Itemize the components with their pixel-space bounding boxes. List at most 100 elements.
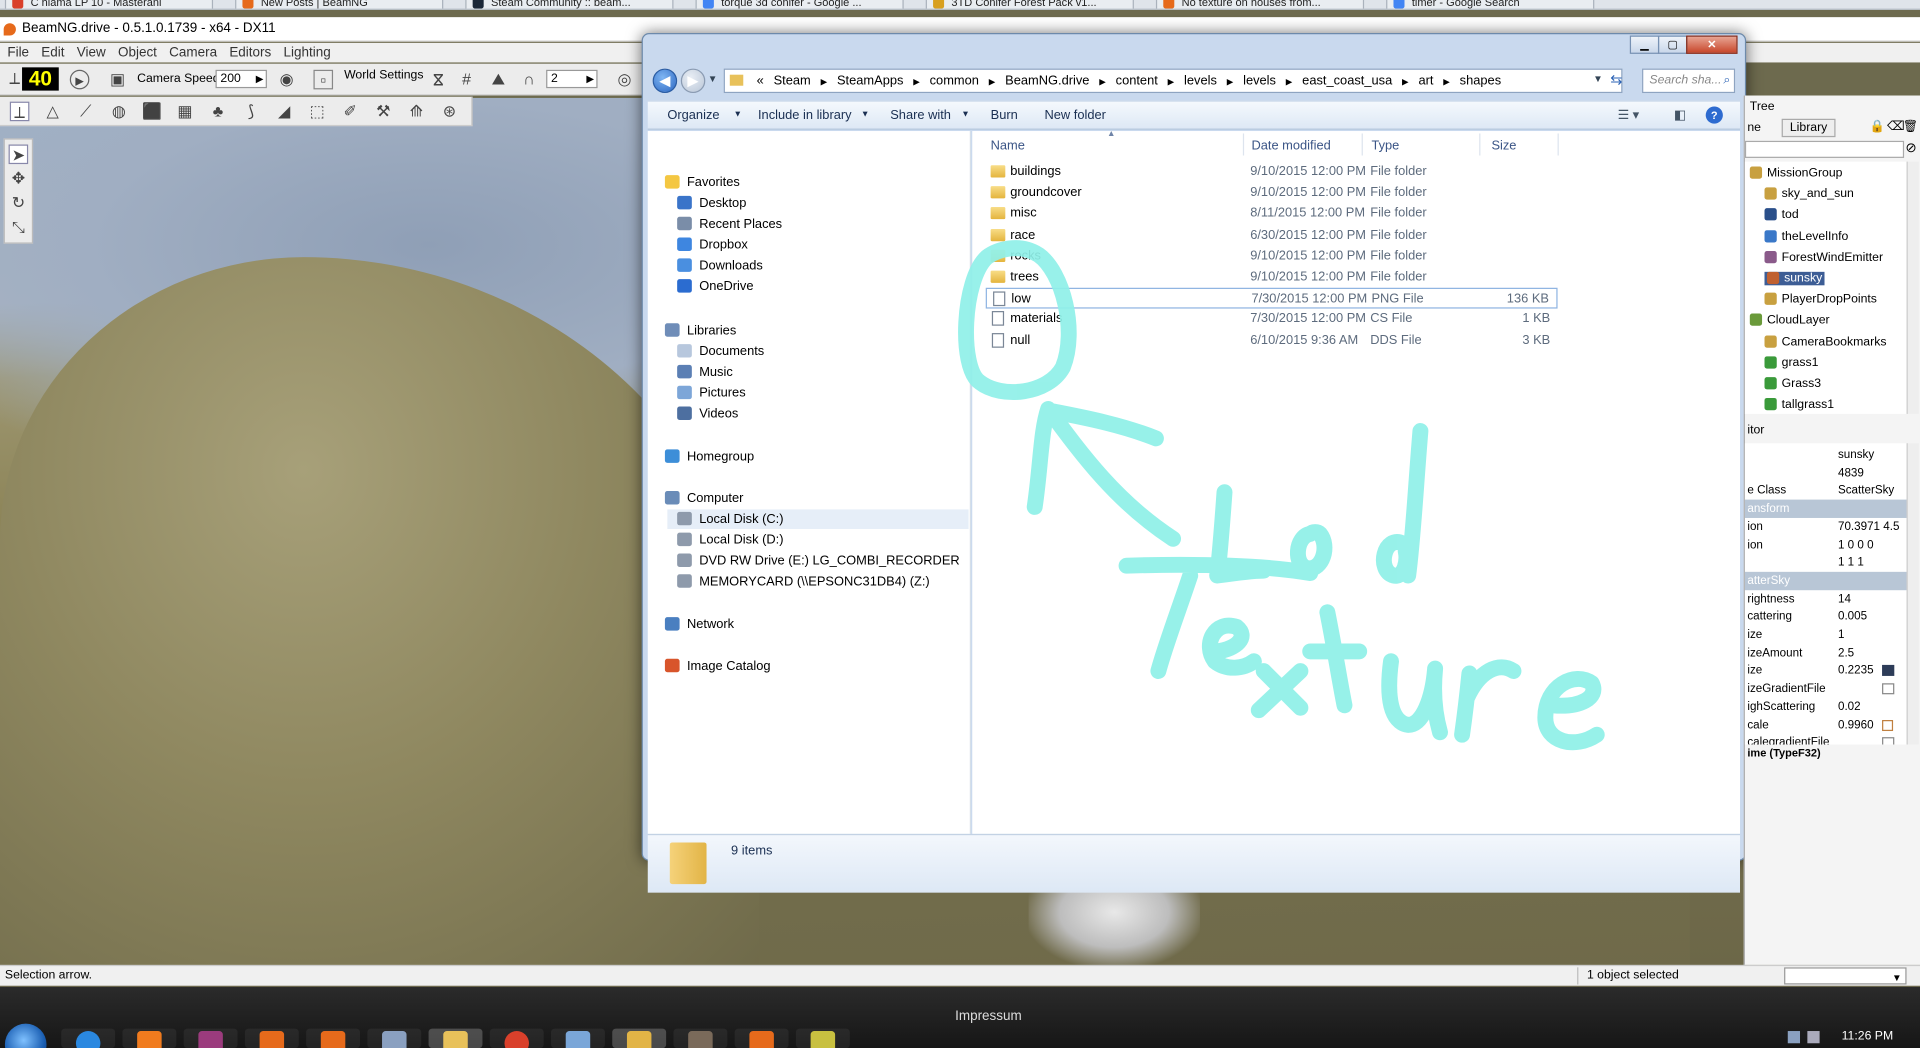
tray-icon[interactable] [1787, 1031, 1801, 1044]
menu-object[interactable]: Object [118, 45, 157, 60]
search-input[interactable]: Search sha... ⌕ [1642, 68, 1736, 94]
terrain-icon[interactable]: △ [43, 102, 63, 122]
scene-tree-item[interactable]: CameraBookmarks [1764, 335, 1886, 348]
start-button[interactable] [4, 1023, 47, 1048]
taskbar-button[interactable] [244, 1028, 299, 1048]
inspector-field-value[interactable]: 1 1 1 [1838, 554, 1864, 572]
file-row[interactable]: rocks 9/10/2015 12:00 PM File folder [986, 246, 1558, 267]
mesh-road-icon[interactable]: ⟰ [407, 102, 427, 122]
move-icon[interactable]: ✥ [9, 169, 29, 189]
selection-arrow-icon[interactable]: ➤ [8, 144, 29, 165]
inspector-field-value[interactable]: 1 0 0 0 [1838, 536, 1874, 554]
snap-icon[interactable]: ⴵ [429, 71, 449, 91]
inspector-row[interactable]: sunsky [1745, 446, 1907, 464]
inspector-field-value[interactable]: 4839 [1838, 464, 1864, 482]
address-breadcrumb[interactable]: « Steam ▶ SteamApps ▶ common ▶ BeamNG.drive ▶ con… [723, 68, 1623, 94]
sculpt-icon[interactable]: ⚒ [373, 102, 393, 122]
taskbar-button[interactable] [489, 1028, 544, 1048]
brush-icon[interactable]: ⟆ [241, 102, 261, 122]
breadcrumb-levels[interactable]: levels [1184, 73, 1217, 88]
inspector-field-value[interactable]: 2.5 [1838, 644, 1854, 662]
breadcrumb-east-coast-usa[interactable]: east_coast_usa [1302, 73, 1392, 88]
breadcrumb-separator-icon[interactable]: ▶ [821, 78, 828, 87]
breadcrumb-shapes[interactable]: shapes [1460, 73, 1501, 88]
scrollbar[interactable] [1906, 161, 1919, 414]
browser-tab[interactable]: Steam Community :: beam... [465, 0, 674, 9]
inspector-field-value[interactable]: 0.2235 [1838, 662, 1874, 680]
scene-tree-item[interactable]: Grass3 [1764, 377, 1821, 391]
scene-tree-item[interactable]: sunsky [1764, 271, 1825, 286]
inspector-field-value[interactable]: 14 [1838, 590, 1851, 608]
command-burn[interactable]: Burn [991, 102, 1018, 129]
command-organize[interactable]: Organize [667, 102, 719, 129]
browser-tab[interactable]: timer - Google Search [1386, 0, 1595, 9]
taskbar-button[interactable] [551, 1028, 605, 1048]
nav-dropbox[interactable]: Dropbox [677, 237, 748, 252]
browser-tab[interactable]: New Posts | BeamNG [235, 0, 444, 9]
breadcrumb-beamng-drive[interactable]: BeamNG.drive [1005, 73, 1089, 88]
nav-computer[interactable]: Computer [664, 491, 743, 506]
maximize-button[interactable]: ▢ [1657, 35, 1688, 54]
color-swatch[interactable] [1882, 665, 1895, 677]
inspector-row[interactable]: rightness 14 [1745, 590, 1907, 608]
file-row[interactable]: low 7/30/2015 12:00 PM PNG File 136 KB [985, 287, 1558, 309]
inspector-field-value[interactable]: sunsky [1838, 446, 1874, 464]
taskbar-button[interactable] [183, 1028, 238, 1048]
inspector-field-value[interactable]: 0.02 [1838, 698, 1861, 716]
refresh-icon[interactable]: ⇆ [1610, 71, 1622, 88]
menu-file[interactable]: File [7, 45, 29, 60]
grid-icon[interactable]: # [457, 70, 477, 90]
inspector-row[interactable]: cattering 0.005 [1745, 608, 1907, 626]
column-header-size[interactable]: Size [1491, 138, 1516, 153]
breadcrumb-separator-icon[interactable]: ▶ [1443, 78, 1450, 87]
nav-drive-3[interactable]: MEMORYCARD (\\EPSONC31DB4) (Z:) [677, 574, 930, 589]
nav-favorites[interactable]: Favorites [664, 175, 740, 190]
breadcrumb-levels[interactable]: levels [1243, 73, 1276, 88]
inspector-row[interactable]: e Class ScatterSky [1745, 482, 1907, 500]
taskbar-button[interactable] [61, 1028, 116, 1048]
nav-homegroup[interactable]: Homegroup [664, 449, 754, 464]
scene-tree-item[interactable]: ForestWindEmitter [1764, 250, 1883, 264]
magnet-icon[interactable]: ∩ [519, 70, 539, 90]
scale-icon[interactable]: ⤡ [9, 218, 29, 238]
scene-tree-item[interactable]: sky_and_sun [1764, 187, 1854, 201]
scene-tree-item[interactable]: CloudLayer [1749, 313, 1830, 327]
forward-button[interactable]: ▶ [680, 68, 706, 94]
file-row[interactable]: misc 8/11/2015 12:00 PM File folder [986, 204, 1558, 225]
decal-icon[interactable]: ▦ [175, 102, 195, 122]
inspector-row[interactable]: ize 0.2235 [1745, 662, 1907, 680]
preview-pane-icon[interactable]: ◧ [1674, 102, 1686, 129]
inspector-field-value[interactable]: 0.9960 [1838, 716, 1874, 734]
scene-tree-search[interactable] [1744, 140, 1905, 158]
clear-search-icon[interactable]: ⊘ [1905, 140, 1916, 156]
browser-tab[interactable]: torque 3d conifer - Google ... [695, 0, 904, 9]
file-browse-icon[interactable] [1882, 737, 1895, 745]
inspector-row[interactable]: ighScattering 0.02 [1745, 698, 1907, 716]
file-row[interactable]: buildings 9/10/2015 12:00 PM File folder [986, 162, 1558, 183]
camera-icon[interactable]: ▣ [108, 70, 128, 90]
road-icon[interactable]: ⟋ [76, 102, 96, 122]
menu-lighting[interactable]: Lighting [284, 45, 331, 60]
forest-icon[interactable]: ♣ [208, 102, 228, 122]
terrain-snap-icon[interactable]: ⛰ [489, 70, 509, 90]
column-header-type[interactable]: Type [1371, 138, 1399, 153]
lasso-icon[interactable]: ✐ [340, 102, 360, 122]
particle-icon[interactable]: ⊛ [440, 102, 460, 122]
nav-onedrive[interactable]: OneDrive [677, 279, 754, 294]
nav-videos[interactable]: Videos [677, 406, 738, 421]
inspector-row[interactable]: 1 1 1 [1745, 554, 1907, 572]
taskbar-button[interactable] [122, 1028, 177, 1048]
breadcrumb-separator-icon[interactable]: ▶ [1227, 78, 1234, 87]
address-dropdown[interactable]: ▼ [1593, 73, 1603, 84]
tab-scene[interactable]: ne [1747, 121, 1761, 134]
arrow-right-icon[interactable]: ▶ [586, 71, 594, 87]
inspector-row[interactable]: ion 1 0 0 0 [1745, 536, 1907, 554]
breadcrumb-content[interactable]: content [1116, 73, 1158, 88]
inspector-row[interactable]: cale 0.9960 [1745, 716, 1907, 734]
file-row[interactable]: materials 7/30/2015 12:00 PM CS File 1 KB [986, 309, 1558, 330]
camera-speed-field[interactable]: 200 ▶ [215, 69, 267, 89]
file-browse-icon[interactable] [1882, 683, 1895, 695]
eye-icon[interactable]: ◉ [277, 70, 297, 90]
inspector-field-value[interactable]: 0.005 [1838, 608, 1867, 626]
file-row[interactable]: groundcover 9/10/2015 12:00 PM File folder [986, 183, 1558, 204]
